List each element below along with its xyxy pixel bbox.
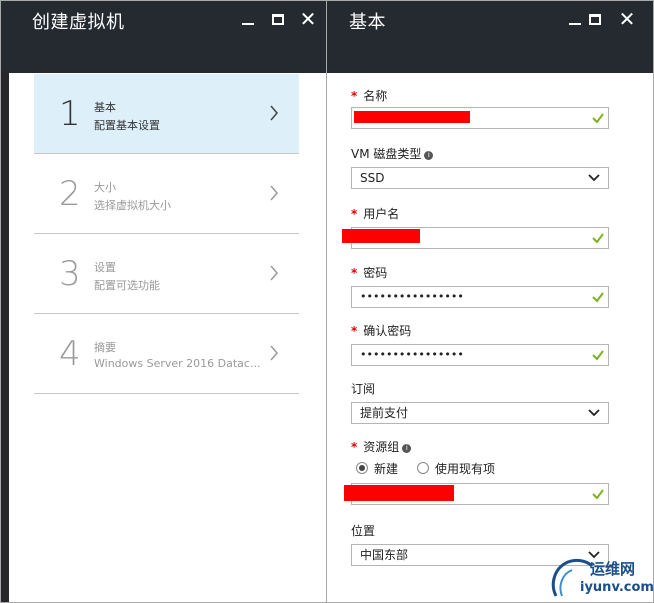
- redaction-mark: [342, 229, 420, 243]
- disk-type-label-text: VM 磁盘类型: [351, 147, 422, 161]
- valid-check-icon: [592, 489, 604, 500]
- password-label: * 密码: [351, 265, 609, 281]
- confirm-password-value: ••••••••••••••••: [360, 348, 464, 361]
- step-subtitle: 选择虚拟机大小: [94, 199, 171, 212]
- radio-use-existing[interactable]: 使用现有项: [417, 460, 495, 477]
- step-subtitle: 配置可选功能: [94, 279, 160, 292]
- step-summary[interactable]: 4 摘要 Windows Server 2016 Datac...: [34, 314, 299, 394]
- radio-selected-icon: [356, 462, 368, 474]
- name-label: * 名称: [351, 88, 609, 104]
- password-input[interactable]: ••••••••••••••••: [351, 286, 609, 308]
- chevron-right-icon: [270, 105, 278, 121]
- required-marker: *: [351, 324, 358, 338]
- step-number: 1: [59, 94, 81, 134]
- minimize-icon: [569, 23, 581, 25]
- wizard-steps: 1 基本 配置基本设置 2 大小 选择虚拟机大小 3 设置 配置可选功能 4 摘…: [34, 74, 299, 394]
- close-button[interactable]: ✕: [298, 9, 318, 29]
- valid-check-icon: [592, 233, 604, 244]
- disk-type-value: SSD: [360, 171, 385, 185]
- redaction-mark: [354, 111, 470, 123]
- maximize-icon: [589, 13, 601, 25]
- subscription-value: 提前支付: [360, 406, 409, 420]
- close-button[interactable]: ✕: [617, 9, 637, 29]
- step-title: 设置: [94, 261, 116, 274]
- chevron-right-icon: [270, 345, 278, 361]
- disk-type-label: VM 磁盘类型 i: [351, 146, 609, 162]
- confirm-password-label: * 确认密码: [351, 323, 609, 339]
- required-marker: *: [351, 207, 358, 221]
- required-marker: *: [351, 89, 358, 103]
- name-field: * 名称: [351, 88, 609, 129]
- minimize-button[interactable]: [565, 9, 585, 29]
- maximize-button[interactable]: [585, 9, 605, 29]
- subscription-field: 订阅 提前支付: [351, 381, 609, 424]
- step-size[interactable]: 2 大小 选择虚拟机大小: [34, 154, 299, 234]
- subscription-label: 订阅: [351, 382, 376, 396]
- step-title: 基本: [94, 101, 116, 114]
- required-marker: *: [351, 266, 358, 280]
- step-subtitle: 配置基本设置: [94, 119, 160, 132]
- chevron-right-icon: [270, 185, 278, 201]
- confirm-password-label-text: 确认密码: [363, 324, 412, 338]
- valid-check-icon: [592, 292, 604, 303]
- close-icon: ✕: [299, 7, 317, 31]
- resource-group-label: * 资源组 i: [351, 439, 609, 455]
- chevron-down-icon: [588, 409, 600, 417]
- step-title: 大小: [94, 181, 116, 194]
- valid-check-icon: [592, 350, 604, 361]
- create-vm-blade-header: 创建虚拟机 ✕: [0, 0, 334, 73]
- disk-type-field: VM 磁盘类型 i SSD: [351, 146, 609, 189]
- username-label-text: 用户名: [363, 207, 400, 221]
- username-label: * 用户名: [351, 206, 609, 222]
- location-value: 中国东部: [360, 548, 409, 562]
- name-label-text: 名称: [363, 89, 388, 103]
- basics-title: 基本: [349, 12, 386, 33]
- location-label: 位置: [351, 524, 376, 538]
- radio-unselected-icon: [417, 462, 430, 474]
- password-value: ••••••••••••••••: [360, 290, 464, 303]
- disk-type-select[interactable]: SSD: [351, 167, 609, 189]
- step-settings[interactable]: 3 设置 配置可选功能: [34, 234, 299, 314]
- confirm-password-field: * 确认密码 ••••••••••••••••: [351, 323, 609, 366]
- username-input[interactable]: [342, 227, 609, 249]
- redaction-mark: [344, 485, 454, 501]
- username-field: * 用户名: [342, 206, 609, 249]
- minimize-icon: [242, 23, 254, 25]
- step-basics[interactable]: 1 基本 配置基本设置: [34, 74, 299, 154]
- radio-use-existing-label: 使用现有项: [435, 461, 496, 476]
- info-icon[interactable]: i: [402, 444, 412, 453]
- required-marker: *: [351, 440, 358, 454]
- resource-group-mode: 新建 使用现有项: [351, 459, 609, 477]
- radio-create-new[interactable]: 新建: [356, 460, 398, 477]
- maximize-button[interactable]: [268, 9, 288, 29]
- watermark-domain: iyunv.com: [580, 580, 654, 595]
- basics-blade-header: 基本 ✕: [327, 0, 654, 73]
- radio-create-new-label: 新建: [374, 461, 399, 476]
- step-title: 摘要: [94, 341, 116, 354]
- watermark-title: 运维网: [590, 560, 636, 578]
- step-number: 4: [59, 334, 81, 374]
- minimize-button[interactable]: [238, 9, 258, 29]
- step-subtitle: Windows Server 2016 Datac...: [94, 357, 261, 370]
- maximize-icon: [272, 13, 284, 25]
- resource-group-label-text: 资源组: [363, 440, 400, 454]
- valid-check-icon: [592, 113, 604, 124]
- chevron-down-icon: [588, 174, 600, 182]
- step-number: 2: [59, 174, 81, 214]
- confirm-password-input[interactable]: ••••••••••••••••: [351, 344, 609, 366]
- name-input[interactable]: [351, 107, 609, 129]
- resource-group-field: * 资源组 i 新建 使用现有项: [344, 439, 609, 505]
- create-vm-title: 创建虚拟机: [32, 12, 125, 33]
- close-icon: ✕: [618, 7, 636, 31]
- password-label-text: 密码: [363, 266, 388, 280]
- site-watermark: 运维网 iyunv.com: [548, 556, 654, 600]
- info-icon[interactable]: i: [424, 151, 434, 160]
- subscription-select[interactable]: 提前支付: [351, 402, 609, 424]
- resource-group-input[interactable]: [344, 483, 609, 505]
- chevron-right-icon: [270, 265, 278, 281]
- step-number: 3: [59, 254, 81, 294]
- password-field: * 密码 ••••••••••••••••: [351, 265, 609, 308]
